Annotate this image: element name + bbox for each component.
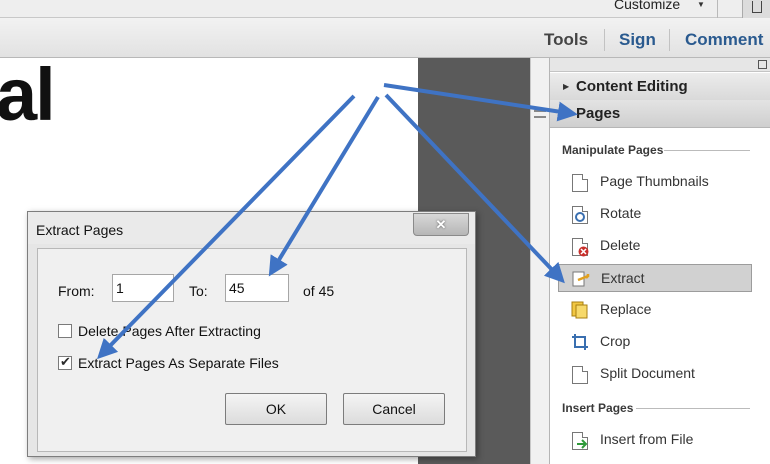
task-tabbar: Tools Sign Comment	[0, 18, 770, 58]
pane-header	[550, 58, 770, 72]
insert-from-file-icon	[572, 432, 588, 450]
extract-pages-dialog: Extract Pages ✕ From: To: of 45 Delete P…	[27, 211, 476, 457]
expanded-triangle-icon: ▼	[563, 109, 571, 118]
section-pages[interactable]: ▼ Pages	[550, 100, 770, 128]
dialog-titlebar[interactable]: Extract Pages ✕	[28, 212, 475, 244]
pane-item-label: Page Thumbnails	[600, 173, 709, 189]
to-page-input[interactable]	[225, 274, 289, 302]
crop-icon	[572, 334, 588, 352]
document-text: al	[0, 53, 56, 136]
tab-tools[interactable]: Tools	[544, 30, 588, 50]
group-divider	[664, 150, 750, 151]
dialog-body: From: To: of 45 Delete Pages After Extra…	[37, 248, 467, 452]
customize-menu[interactable]: Customize	[614, 0, 680, 12]
pane-item-label: Delete	[600, 237, 641, 253]
grip-icon[interactable]	[534, 110, 546, 118]
collapsed-triangle-icon: ▶	[563, 82, 570, 91]
pane-item-label: Rotate	[600, 205, 642, 221]
pane-item-label: Extract	[601, 270, 645, 286]
pane-item-label: Replace	[600, 301, 652, 317]
pane-menu-icon[interactable]	[758, 60, 767, 69]
pane-item-replace[interactable]: Replace	[558, 296, 752, 324]
close-button[interactable]: ✕	[413, 213, 469, 236]
replace-icon	[571, 301, 588, 320]
tab-sign[interactable]: Sign	[619, 30, 656, 50]
checkmark-icon: ✔	[60, 354, 71, 369]
tab-divider	[669, 29, 670, 51]
checkbox-label: Delete Pages After Extracting	[78, 323, 261, 339]
split-document-icon	[572, 366, 588, 384]
section-content-editing[interactable]: ▶ Content Editing	[550, 73, 770, 101]
pane-item-label: Insert from File	[600, 431, 694, 447]
tab-comment[interactable]: Comment	[685, 30, 763, 50]
to-label: To:	[189, 283, 208, 299]
separate-files-checkbox[interactable]: ✔	[58, 354, 72, 370]
pane-item-insert-from-file[interactable]: Insert from File	[558, 426, 752, 454]
pane-item-extract[interactable]: Extract	[558, 264, 752, 292]
toolbar-divider	[717, 0, 718, 18]
delete-icon	[572, 238, 589, 257]
pane-item-delete[interactable]: Delete	[558, 232, 752, 260]
tools-pane: ▶ Content Editing ▼ Pages Manipulate Pag…	[550, 58, 770, 464]
checkbox-label: Extract Pages As Separate Files	[78, 355, 279, 371]
pane-item-rotate[interactable]: Rotate	[558, 200, 752, 228]
pane-item-label: Split Document	[600, 365, 695, 381]
close-icon: ✕	[435, 217, 447, 232]
pane-item-next[interactable]	[558, 458, 752, 464]
expand-icon[interactable]	[742, 0, 770, 18]
chevron-down-icon[interactable]: ▼	[697, 0, 705, 9]
group-divider	[636, 408, 750, 409]
section-label: Content Editing	[576, 78, 688, 95]
tab-divider	[604, 29, 605, 51]
dialog-title: Extract Pages	[36, 222, 124, 238]
page-thumbnails-icon	[572, 174, 588, 192]
page-count-label: of 45	[303, 283, 335, 299]
pane-splitter[interactable]	[530, 58, 550, 464]
section-label: Pages	[576, 105, 621, 122]
pane-item-split-document[interactable]: Split Document	[558, 360, 752, 388]
pane-item-label: Crop	[600, 333, 631, 349]
ok-button[interactable]: OK	[225, 393, 327, 425]
group-title-insert: Insert Pages	[562, 401, 634, 415]
from-page-input[interactable]	[112, 274, 174, 302]
delete-after-extract-checkbox[interactable]	[58, 324, 72, 338]
pane-item-crop[interactable]: Crop	[558, 328, 752, 356]
group-title-manipulate: Manipulate Pages	[562, 143, 664, 157]
cancel-button[interactable]: Cancel	[343, 393, 445, 425]
pane-item-page-thumbnails[interactable]: Page Thumbnails	[558, 168, 752, 196]
extract-icon	[572, 271, 590, 289]
from-label: From:	[58, 283, 95, 299]
rotate-icon	[572, 206, 588, 224]
top-toolbar: Customize ▼	[0, 0, 770, 18]
